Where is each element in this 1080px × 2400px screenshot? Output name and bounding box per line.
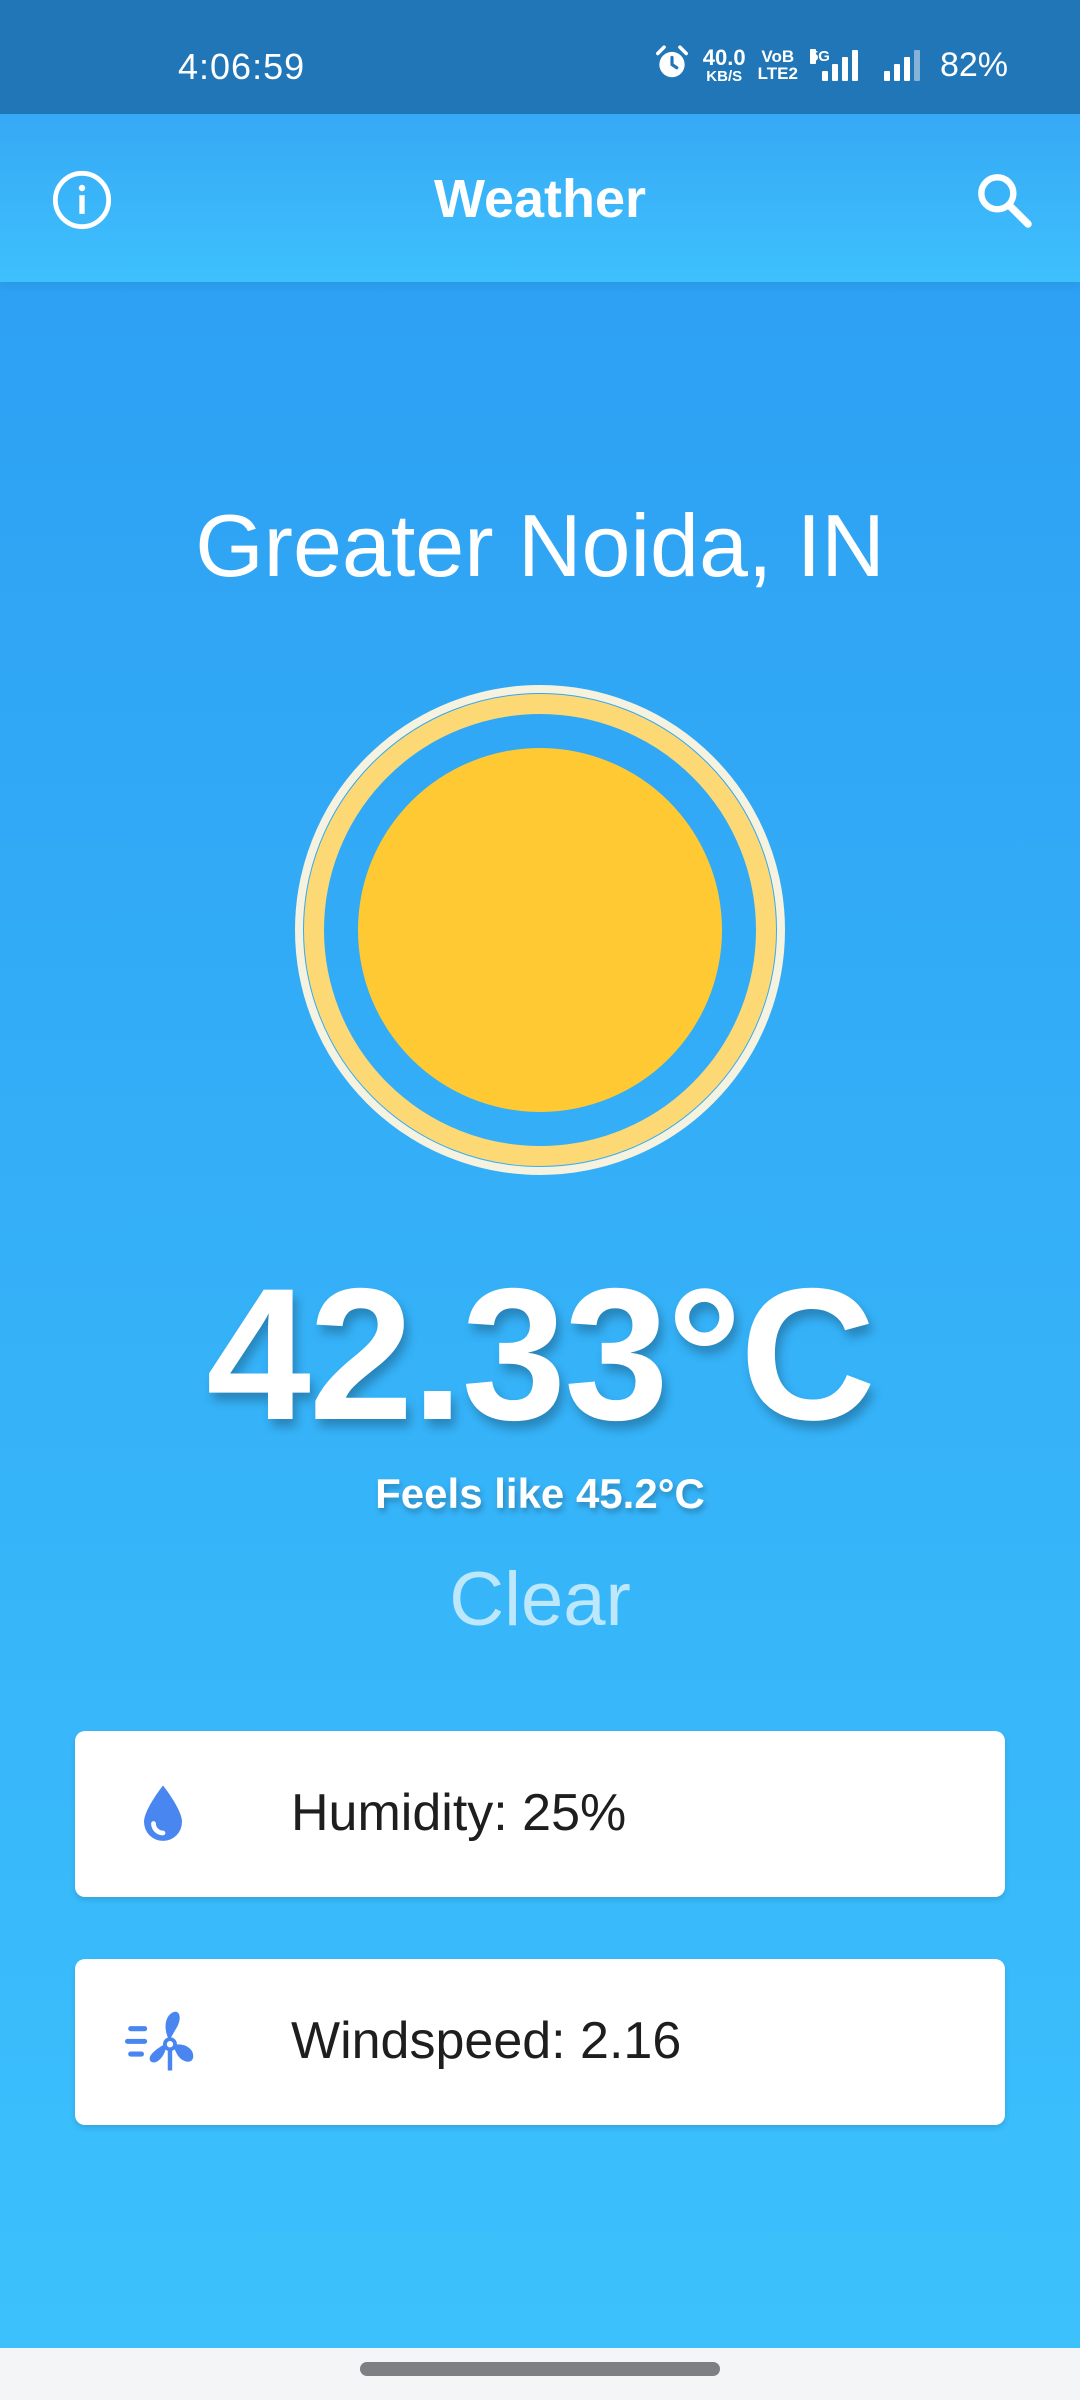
volte-indicator: VoB LTE2 bbox=[758, 48, 798, 82]
alarm-icon bbox=[653, 44, 691, 87]
search-icon[interactable] bbox=[972, 168, 1036, 232]
lte-label: LTE2 bbox=[757, 64, 798, 83]
volte-label: VoB bbox=[761, 47, 795, 66]
windspeed-label: Windspeed: 2.16 bbox=[291, 2012, 682, 2070]
windspeed-card: Windspeed: 2.16 bbox=[75, 1959, 1005, 2125]
network-speed-unit: KB/S bbox=[706, 67, 743, 85]
humidity-label: Humidity: 25% bbox=[291, 1784, 627, 1842]
home-indicator[interactable] bbox=[360, 2362, 720, 2376]
wind-fan-icon bbox=[125, 2004, 201, 2080]
status-bar: 4:06:59 40.0 KB/S VoB LTE2 5G 82% bbox=[0, 0, 1080, 114]
sun-icon bbox=[294, 684, 786, 1176]
temperature: 42.33°C bbox=[206, 1249, 875, 1459]
signal-icon bbox=[883, 49, 920, 81]
water-drop-icon bbox=[125, 1776, 201, 1852]
network-speed: 40.0 KB/S bbox=[702, 44, 746, 85]
status-icons: 40.0 KB/S VoB LTE2 5G 82% bbox=[653, 40, 1008, 90]
app-title: Weather bbox=[433, 169, 647, 229]
feels-like: Feels like 45.2°C bbox=[375, 1470, 705, 1517]
weather-condition: Clear bbox=[449, 1557, 631, 1642]
app-bar: Weather bbox=[0, 114, 1080, 282]
status-time: 4:06:59 bbox=[178, 46, 306, 87]
battery-level: 82% bbox=[939, 45, 1008, 84]
weather-screen: 4:06:59 40.0 KB/S VoB LTE2 5G 82% Weathe… bbox=[0, 0, 1080, 2400]
city-name: Greater Noida, IN bbox=[195, 496, 885, 595]
network-speed-value: 40.0 bbox=[702, 44, 746, 70]
humidity-card: Humidity: 25% bbox=[75, 1731, 1005, 1897]
network-type: 5G bbox=[809, 48, 830, 65]
signal-5g-icon: 5G bbox=[809, 48, 858, 81]
